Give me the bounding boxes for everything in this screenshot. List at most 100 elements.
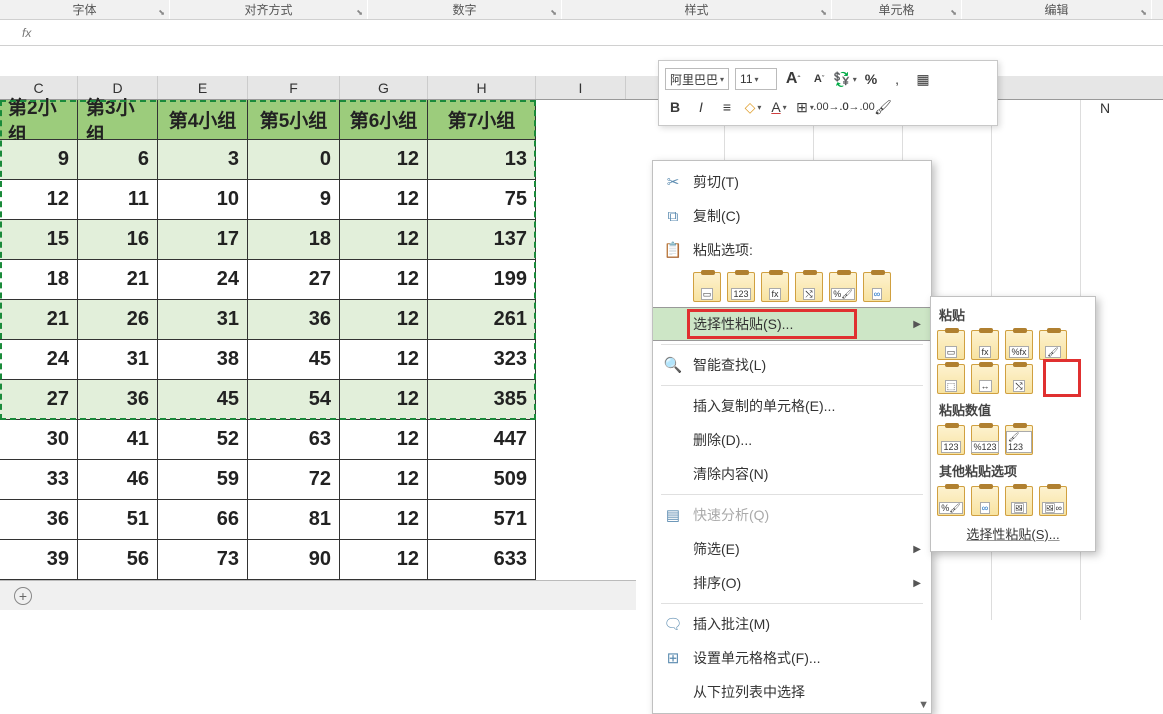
sub-linked-picture-icon[interactable]: 🖼∞ [1039,486,1067,516]
table-cell[interactable]: 66 [158,500,248,540]
table-cell[interactable]: 571 [428,500,536,540]
table-cell[interactable]: 199 [428,260,536,300]
format-table-icon[interactable]: ▦ [913,69,933,89]
table-cell[interactable]: 39 [0,540,78,580]
table-cell[interactable]: 59 [158,460,248,500]
table-cell[interactable]: 36 [248,300,340,340]
ctx-cut[interactable]: ✂剪切(T) [653,165,931,199]
font-size-dropdown[interactable]: 11▾ [735,68,777,90]
ctx-smart-lookup[interactable]: 🔍智能查找(L) [653,348,931,382]
ctx-format-cells[interactable]: ⊞设置单元格格式(F)... [653,641,931,675]
sub-paste-formulas-icon[interactable]: fx [971,330,999,360]
bold-icon[interactable]: B [665,97,685,117]
table-cell[interactable]: 261 [428,300,536,340]
sub-paste-special-link[interactable]: 选择性粘贴(S)... [937,518,1089,547]
paste-formulas-icon[interactable]: fx [761,272,789,302]
table-cell[interactable]: 18 [248,220,340,260]
column-header-n[interactable]: N [1060,100,1150,116]
sub-paste-transpose-icon[interactable]: ⤭ [1005,364,1033,394]
table-cell[interactable]: 12 [340,420,428,460]
table-cell[interactable]: 31 [78,340,158,380]
table-cell[interactable]: 56 [78,540,158,580]
sub-paste-noborders-icon[interactable]: ⬚ [937,364,965,394]
table-cell[interactable]: 21 [78,260,158,300]
table-cell[interactable]: 3 [158,140,248,180]
table-cell[interactable]: 27 [0,380,78,420]
ctx-clear[interactable]: 清除内容(N) [653,457,931,491]
table-cell[interactable]: 45 [158,380,248,420]
table-cell[interactable]: 137 [428,220,536,260]
table-cell[interactable]: 31 [158,300,248,340]
table-cell[interactable]: 12 [340,180,428,220]
sub-picture-icon[interactable]: 🖼 [1005,486,1033,516]
table-cell[interactable]: 12 [340,460,428,500]
font-dropdown[interactable]: 阿里巴巴▾ [665,68,729,90]
table-cell[interactable]: 46 [78,460,158,500]
table-cell[interactable]: 12 [340,300,428,340]
borders-icon[interactable]: ⊞▾ [795,97,815,117]
table-cell[interactable]: 27 [248,260,340,300]
table-header-cell[interactable]: 第6小组 [340,100,428,140]
table-cell[interactable]: 12 [340,500,428,540]
table-cell[interactable]: 385 [428,380,536,420]
decrease-font-icon[interactable]: Aˇ [809,69,829,89]
paste-values-icon[interactable]: 123 [727,272,755,302]
ctx-paste-special[interactable]: 选择性粘贴(S)...▶ [653,307,931,341]
column-header[interactable]: F [248,76,340,99]
table-cell[interactable]: 0 [248,140,340,180]
sub-paste-pctfx-icon[interactable]: %fx [1005,330,1033,360]
paste-formatting-icon[interactable]: %🖌 [829,272,857,302]
table-header-cell[interactable]: 第7小组 [428,100,536,140]
table-cell[interactable]: 10 [158,180,248,220]
sub-values-format-icon[interactable]: 🖌123 [1005,425,1033,455]
table-cell[interactable]: 73 [158,540,248,580]
align-icon[interactable]: ≡ [717,97,737,117]
accounting-format-icon[interactable]: 💱▾ [835,69,855,89]
table-cell[interactable]: 36 [78,380,158,420]
table-cell[interactable]: 12 [340,140,428,180]
ctx-insert-comment[interactable]: 🗨插入批注(M) [653,607,931,641]
table-cell[interactable]: 24 [0,340,78,380]
table-cell[interactable]: 16 [78,220,158,260]
table-cell[interactable]: 72 [248,460,340,500]
table-cell[interactable]: 12 [340,220,428,260]
ctx-copy[interactable]: ⧉复制(C) [653,199,931,233]
sub-formatting-icon[interactable]: %🖌 [937,486,965,516]
table-cell[interactable]: 18 [0,260,78,300]
table-cell[interactable]: 52 [158,420,248,460]
table-cell[interactable]: 12 [340,340,428,380]
ctx-sort[interactable]: 排序(O)▶ [653,566,931,600]
table-cell[interactable]: 12 [0,180,78,220]
table-cell[interactable]: 24 [158,260,248,300]
table-cell[interactable]: 45 [248,340,340,380]
ctx-from-dropdown[interactable]: 从下拉列表中选择 [653,675,931,709]
table-cell[interactable]: 12 [340,380,428,420]
paste-transpose-icon[interactable]: ⤭ [795,272,823,302]
table-header-cell[interactable]: 第2小组 [0,100,78,140]
increase-font-icon[interactable]: Aˆ [783,69,803,89]
column-header[interactable]: H [428,76,536,99]
menu-scroll-down-icon[interactable]: ▼ [918,699,929,711]
paste-all-icon[interactable]: ▭ [693,272,721,302]
fill-color-icon[interactable]: ◇▾ [743,97,763,117]
sub-link-icon[interactable]: ∞ [971,486,999,516]
table-header-cell[interactable]: 第3小组 [78,100,158,140]
comma-format-icon[interactable]: , [887,69,907,89]
table-cell[interactable]: 323 [428,340,536,380]
ctx-filter[interactable]: 筛选(E)▶ [653,532,931,566]
table-cell[interactable]: 30 [0,420,78,460]
table-cell[interactable]: 9 [248,180,340,220]
ctx-delete[interactable]: 删除(D)... [653,423,931,457]
table-cell[interactable]: 17 [158,220,248,260]
table-cell[interactable]: 54 [248,380,340,420]
table-cell[interactable]: 75 [428,180,536,220]
table-cell[interactable]: 13 [428,140,536,180]
table-cell[interactable]: 447 [428,420,536,460]
table-cell[interactable]: 6 [78,140,158,180]
table-cell[interactable]: 51 [78,500,158,540]
table-header-cell[interactable]: 第5小组 [248,100,340,140]
table-cell[interactable]: 509 [428,460,536,500]
table-cell[interactable]: 38 [158,340,248,380]
table-cell[interactable]: 90 [248,540,340,580]
paste-link-icon[interactable]: ∞ [863,272,891,302]
